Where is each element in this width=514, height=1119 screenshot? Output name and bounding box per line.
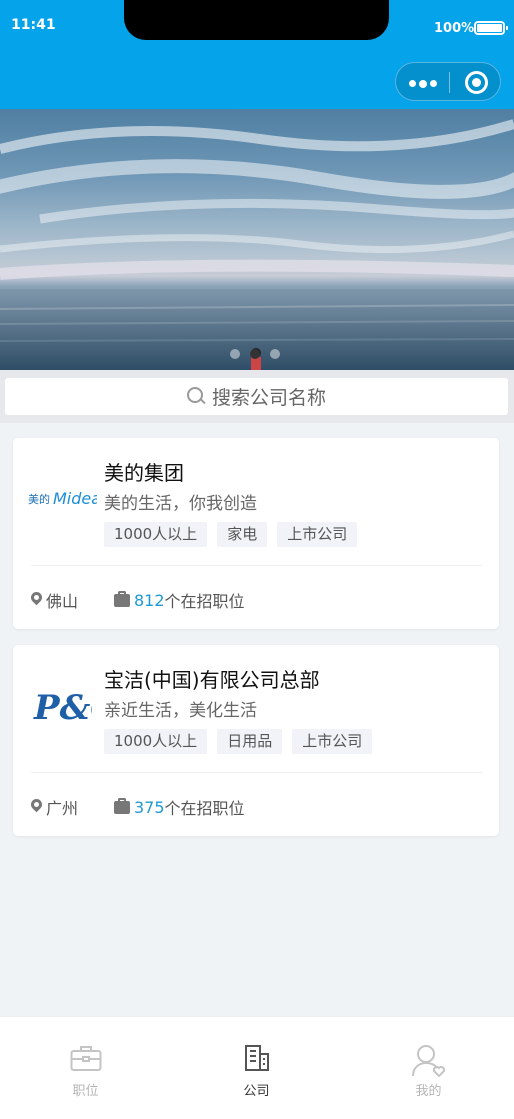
location-pin-icon — [31, 799, 42, 815]
tab-mine[interactable]: 我的 — [343, 1017, 514, 1119]
building-icon — [244, 1045, 269, 1071]
status-nav-bar: 11:41 100% — [0, 0, 514, 109]
company-jobs: 375 个在招职位 — [114, 795, 245, 819]
tab-company[interactable]: 公司 — [171, 1017, 342, 1119]
close-target-icon[interactable] — [465, 71, 488, 94]
company-card[interactable]: 美的 Midea 美的集团 美的生活，你我创造 1000人以上 家电 上市公司 … — [13, 438, 499, 629]
company-tags: 1000人以上 日用品 上市公司 — [104, 729, 373, 754]
tag-industry: 日用品 — [217, 729, 283, 754]
tab-label: 职位 — [72, 1084, 99, 1099]
search-placeholder: 搜索公司名称 — [211, 387, 326, 409]
banner-image — [0, 119, 514, 370]
card-divider — [31, 772, 483, 773]
company-location: 广州 — [31, 795, 78, 819]
search-input[interactable]: 搜索公司名称 — [5, 378, 508, 415]
tag-size: 1000人以上 — [104, 729, 208, 754]
more-icon[interactable] — [409, 79, 437, 88]
company-logo-midea: 美的 Midea — [27, 476, 97, 520]
company-location: 佛山 — [31, 588, 78, 612]
banner-carousel[interactable] — [0, 109, 514, 370]
tab-jobs[interactable]: 职位 — [0, 1017, 171, 1119]
company-city: 广州 — [46, 799, 79, 818]
company-name: 宝洁(中国)有限公司总部 — [104, 668, 320, 692]
company-card[interactable]: P&G 宝洁(中国)有限公司总部 亲近生活，美化生活 1000人以上 日用品 上… — [13, 645, 499, 836]
tag-industry: 家电 — [217, 522, 268, 547]
capsule-divider — [449, 72, 450, 93]
company-slogan: 亲近生活，美化生活 — [104, 701, 257, 721]
battery-icon — [474, 21, 508, 35]
search-icon — [186, 387, 206, 406]
job-suffix: 个在招职位 — [164, 799, 245, 818]
briefcase-icon — [114, 590, 130, 607]
company-slogan: 美的生活，你我创造 — [104, 494, 257, 514]
tag-size: 1000人以上 — [104, 522, 208, 547]
miniprogram-capsule — [395, 62, 501, 101]
svg-text:Midea: Midea — [53, 489, 97, 508]
search-bar-container: 搜索公司名称 — [0, 370, 514, 423]
company-jobs: 812 个在招职位 — [114, 588, 245, 612]
briefcase-icon — [70, 1046, 101, 1071]
tag-listed: 上市公司 — [292, 729, 373, 754]
carousel-indicator — [230, 349, 280, 359]
svg-text:P&G: P&G — [33, 688, 92, 727]
briefcase-icon — [114, 797, 130, 814]
card-divider — [31, 565, 483, 566]
device-notch — [124, 0, 389, 40]
company-logo-pg: P&G — [27, 683, 97, 727]
job-count: 375 — [134, 797, 165, 817]
indicator-dot-active[interactable] — [250, 349, 260, 359]
indicator-dot[interactable] — [270, 349, 280, 359]
tab-label: 公司 — [243, 1084, 270, 1099]
job-count: 812 — [134, 590, 165, 610]
battery-percent: 100% — [434, 21, 475, 36]
user-icon — [411, 1045, 445, 1078]
tab-label: 我的 — [415, 1084, 442, 1099]
indicator-dot[interactable] — [230, 349, 240, 359]
company-city: 佛山 — [46, 592, 79, 611]
tag-listed: 上市公司 — [277, 522, 358, 547]
svg-text:美的: 美的 — [28, 492, 50, 506]
company-tags: 1000人以上 家电 上市公司 — [104, 522, 358, 547]
status-time: 11:41 — [11, 17, 56, 33]
bottom-tab-bar: 职位 公司 我的 — [0, 1016, 514, 1119]
company-name: 美的集团 — [104, 461, 184, 485]
location-pin-icon — [31, 592, 42, 608]
job-suffix: 个在招职位 — [164, 592, 245, 611]
